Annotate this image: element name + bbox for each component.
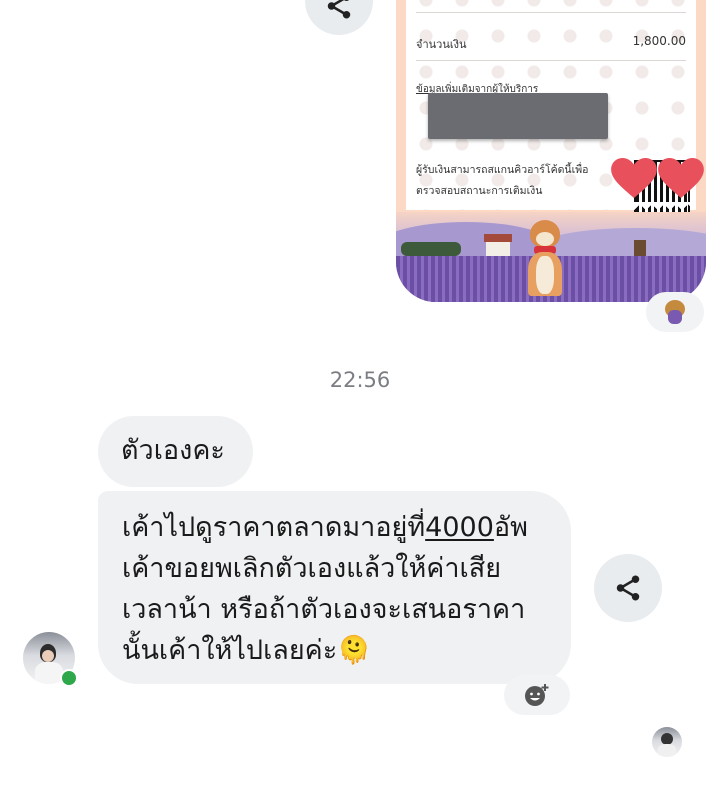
- redacted-block: [428, 93, 608, 139]
- share-button[interactable]: [594, 554, 662, 622]
- amount-label: จำนวนเงิน: [416, 38, 467, 51]
- timestamp: 22:56: [329, 368, 391, 392]
- read-receipt-avatar: [652, 727, 682, 757]
- melting-face-emoji: 🫠: [337, 635, 371, 666]
- receipt-image[interactable]: จำนวนเงิน 1,800.00 ข้อมูลเพิ่มเติมจากผู้…: [396, 0, 706, 302]
- qr-note-line2: ตรวจสอบสถานะการเติมเงิน: [416, 185, 543, 197]
- add-reaction-button[interactable]: [504, 675, 570, 715]
- message-bubble[interactable]: ตัวเองคะ: [98, 416, 253, 487]
- heart-icon: [611, 158, 657, 198]
- message-bubble[interactable]: เค้าไปดูราคาตลาดมาอยู่ที่4000อัพ เค้าขอย…: [98, 491, 571, 684]
- dog-character: [524, 220, 564, 296]
- online-status-dot: [60, 669, 78, 687]
- character-sticker-icon: [662, 300, 688, 324]
- add-reaction-icon: [524, 682, 550, 708]
- share-icon: [613, 573, 643, 603]
- message-line: เค้าขอยพเลิกตัวเองแล้วให้ค่าเสีย: [122, 553, 502, 584]
- share-icon: [324, 0, 354, 21]
- heart-icon: [658, 158, 704, 198]
- reaction-badge[interactable]: [646, 292, 704, 332]
- receipt-card: จำนวนเงิน 1,800.00 ข้อมูลเพิ่มเติมจากผู้…: [406, 0, 704, 216]
- message-line: นั้นเค้าให้ไปเลยค่ะ🫠: [122, 635, 371, 666]
- lavender-field-scene: [396, 212, 706, 302]
- qr-note-line1: ผู้รับเงินสามารถสแกนคิวอาร์โค้ดนี้เพื่อ: [416, 164, 589, 176]
- price-underlined[interactable]: 4000: [425, 512, 494, 543]
- share-button-top[interactable]: [305, 0, 373, 35]
- message-line: เวลาน้า หรือถ้าตัวเองจะเสนอราคา: [122, 594, 526, 625]
- message-text: ตัวเองคะ: [121, 435, 225, 466]
- message-line: เค้าไปดูราคาตลาดมาอยู่ที่4000อัพ: [122, 512, 528, 543]
- amount-value: 1,800.00: [632, 34, 686, 48]
